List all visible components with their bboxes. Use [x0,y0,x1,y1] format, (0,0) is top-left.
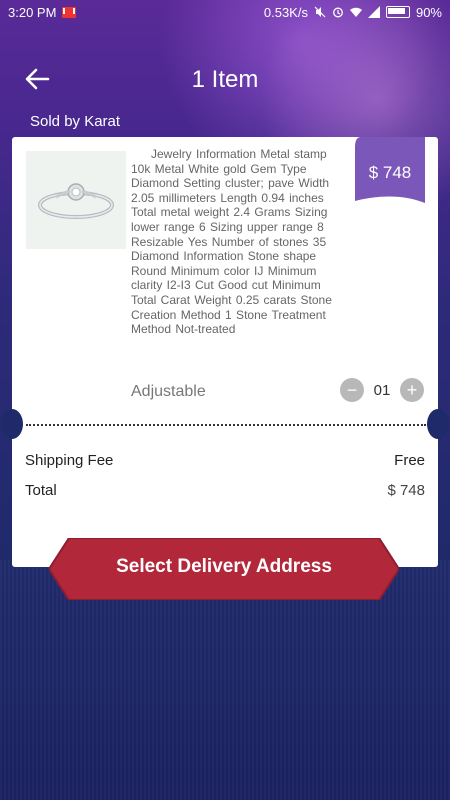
total-value: $ 748 [387,482,425,499]
header: 1 Item [0,60,450,100]
cta-label: Select Delivery Address [116,556,332,577]
total-row: Total $ 748 [25,482,425,499]
quantity-stepper[interactable]: − 01 + [340,377,424,403]
product-description: Jewelry Information Metal stamp 10k Meta… [131,147,332,337]
mute-icon [314,6,326,18]
wifi-icon [349,7,362,17]
status-bar: 3:20 PM 0.53K/s 90% [0,0,450,24]
total-label: Total [25,482,57,499]
decrease-button[interactable]: − [340,378,364,402]
network-speed: 0.53K/s [263,4,308,20]
variant-label: Adjustable [131,383,206,400]
shipping-value: Free [394,452,425,469]
page-title: 1 Item [191,66,259,93]
battery-icon [385,6,410,18]
battery-percent: 90% [415,4,442,20]
alarm-icon [333,7,343,18]
cart-item-card: Jewelry Information Metal stamp 10k Meta… [1,137,449,567]
divider [26,424,426,426]
price-label: $ 748 [368,163,412,182]
ticket-notch-left [1,409,23,439]
status-time: 3:20 PM [8,4,57,20]
product-image [26,151,126,249]
shipping-row: Shipping Fee Free [25,452,425,469]
gmail-icon [62,6,77,18]
ring-icon [38,183,114,219]
increase-button[interactable]: + [400,378,424,402]
signal-icon [367,6,380,18]
quantity-value: 01 [373,381,391,399]
ticket-notch-right [427,409,449,439]
seller-label: Sold by Karat [30,113,121,130]
shipping-label: Shipping Fee [25,452,114,469]
